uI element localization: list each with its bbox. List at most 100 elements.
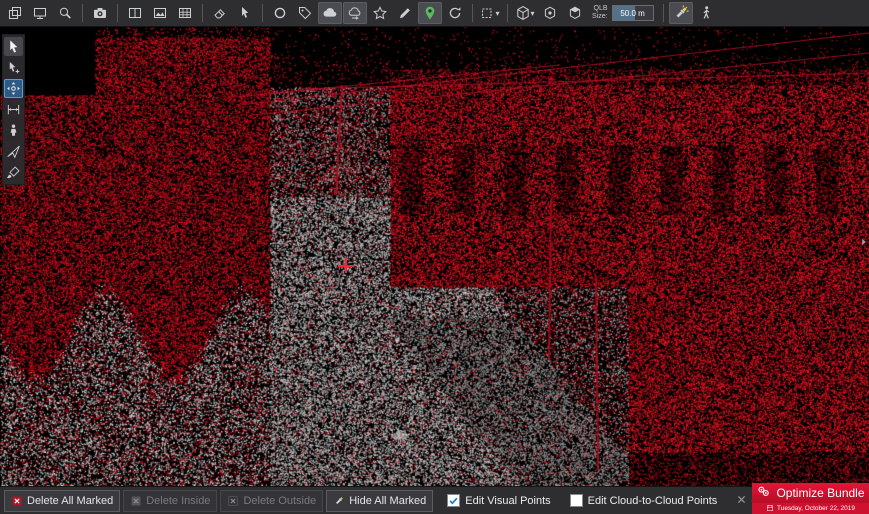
camera-button[interactable]	[88, 2, 112, 24]
pan-move-button[interactable]	[4, 79, 23, 98]
qlb-size-control: QLBSize:50.0 m	[592, 5, 654, 21]
toolbar-separator	[663, 4, 664, 22]
box-dropdown-icon	[480, 5, 496, 21]
walk-person-button[interactable]	[694, 2, 718, 24]
tag-button[interactable]	[293, 2, 317, 24]
location-pin-button[interactable]	[418, 2, 442, 24]
eraser-button[interactable]	[208, 2, 232, 24]
delete-outside-icon	[227, 495, 239, 507]
checkbox-edit-cloud-to-cloud-points[interactable]: Edit Cloud-to-Cloud Points	[570, 494, 718, 507]
cloud-button[interactable]	[318, 2, 342, 24]
app-window: ▾▾QLBSize:50.0 m Delete All MarkedDelete…	[0, 0, 869, 514]
toolbar-separator	[472, 4, 473, 22]
cursor-plus-icon	[237, 5, 253, 21]
camera-icon	[92, 5, 108, 21]
hide-marked-icon	[333, 495, 345, 507]
toolbar-separator	[82, 4, 83, 22]
fly-mode-button[interactable]	[4, 142, 23, 161]
select-arrow-button[interactable]	[4, 37, 23, 56]
cloud-sync-icon	[347, 5, 363, 21]
copy-view-button[interactable]	[3, 2, 27, 24]
measure-distance-button[interactable]	[4, 100, 23, 119]
delete-all-marked-button[interactable]: Delete All Marked	[4, 490, 120, 512]
location-pin-icon	[422, 5, 438, 21]
optimize-bundle-button[interactable]: Optimize Bundle Tuesday, October 22, 201…	[752, 483, 869, 514]
panel-expand-button[interactable]	[858, 233, 869, 251]
eraser-icon	[212, 5, 228, 21]
toolbar-separator	[202, 4, 203, 22]
star-icon	[372, 5, 388, 21]
hide-all-marked-button[interactable]: Hide All Marked	[326, 490, 433, 512]
star-button[interactable]	[368, 2, 392, 24]
split-view-button[interactable]	[123, 2, 147, 24]
checkbox-box	[570, 494, 583, 507]
walk-person-icon	[698, 5, 714, 21]
delete-outside-button[interactable]: Delete Outside	[220, 490, 323, 512]
tag-icon	[297, 5, 313, 21]
dropdown-caret-icon: ▾	[495, 9, 499, 18]
box-dropdown-button[interactable]: ▾	[478, 2, 502, 24]
pencil-icon	[397, 5, 413, 21]
qlb-size-slider[interactable]: 50.0 m	[612, 5, 654, 21]
copy-view-icon	[7, 5, 23, 21]
grid-view-icon	[177, 5, 193, 21]
marked-actions-group: Delete All Marked Delete Inside Delete Out…	[4, 490, 433, 512]
checkbox-edit-visual-points[interactable]: Edit Visual Points	[447, 494, 550, 507]
grid-view-button[interactable]	[173, 2, 197, 24]
optimize-icon	[756, 484, 771, 499]
cancel-x-icon	[736, 494, 747, 505]
checkbox-label: Edit Cloud-to-Cloud Points	[588, 495, 718, 507]
qlb-size-value: 50.0 m	[613, 6, 653, 20]
optimize-label: Optimize Bundle	[776, 486, 864, 500]
toolbar-separator	[117, 4, 118, 22]
bottom-bar: Delete All Marked Delete Inside Delete Out…	[0, 486, 869, 514]
paint-mark-icon	[6, 165, 21, 180]
circle-tool-button[interactable]	[268, 2, 292, 24]
delete-inside-button[interactable]: Delete Inside	[123, 490, 217, 512]
date-icon-wrap	[766, 504, 774, 514]
delete-inside-icon	[130, 495, 142, 507]
left-toolbar	[2, 34, 25, 185]
screen-button[interactable]	[28, 2, 52, 24]
cube-solid-button[interactable]	[563, 2, 587, 24]
split-view-icon	[127, 5, 143, 21]
refresh-person-button[interactable]	[443, 2, 467, 24]
image-view-icon	[152, 5, 168, 21]
zoom-view-button[interactable]	[53, 2, 77, 24]
cube-wire-icon	[515, 5, 531, 21]
select-sparkle-button[interactable]	[4, 58, 23, 77]
point-cloud-viewport[interactable]	[0, 27, 869, 486]
image-view-button[interactable]	[148, 2, 172, 24]
button-label: Delete All Marked	[27, 495, 113, 507]
button-label: Delete Inside	[146, 495, 210, 507]
street-view-icon	[6, 123, 21, 138]
cube-wire-button[interactable]: ▾	[513, 2, 537, 24]
optimize-icon-wrap	[756, 484, 771, 502]
toolbar-separator	[262, 4, 263, 22]
button-label: Hide All Marked	[349, 495, 426, 507]
cancel-icon-wrap	[736, 494, 747, 508]
cloud-sync-button[interactable]	[343, 2, 367, 24]
delete-marked-icon	[11, 495, 23, 507]
point-cloud-canvas[interactable]	[0, 27, 869, 486]
screen-icon	[32, 5, 48, 21]
select-sparkle-icon	[6, 60, 21, 75]
flashlight-button[interactable]	[669, 2, 693, 24]
paint-mark-button[interactable]	[4, 163, 23, 182]
cube-scan-button[interactable]	[538, 2, 562, 24]
pencil-button[interactable]	[393, 2, 417, 24]
top-toolbar: ▾ ▾ QLBSize:50.0 m	[0, 0, 869, 27]
check-icon	[448, 495, 459, 506]
dropdown-caret-icon: ▾	[530, 9, 534, 18]
street-view-button[interactable]	[4, 121, 23, 140]
checkbox-box	[447, 494, 460, 507]
cube-scan-icon	[542, 5, 558, 21]
cloud-icon	[322, 5, 338, 21]
cursor-plus-button[interactable]	[233, 2, 257, 24]
pan-move-icon	[6, 81, 21, 96]
status-date-text: Tuesday, October 22, 2019	[777, 505, 855, 512]
circle-tool-icon	[272, 5, 288, 21]
measure-distance-icon	[6, 102, 21, 117]
cube-solid-icon	[567, 5, 583, 21]
zoom-view-icon	[57, 5, 73, 21]
